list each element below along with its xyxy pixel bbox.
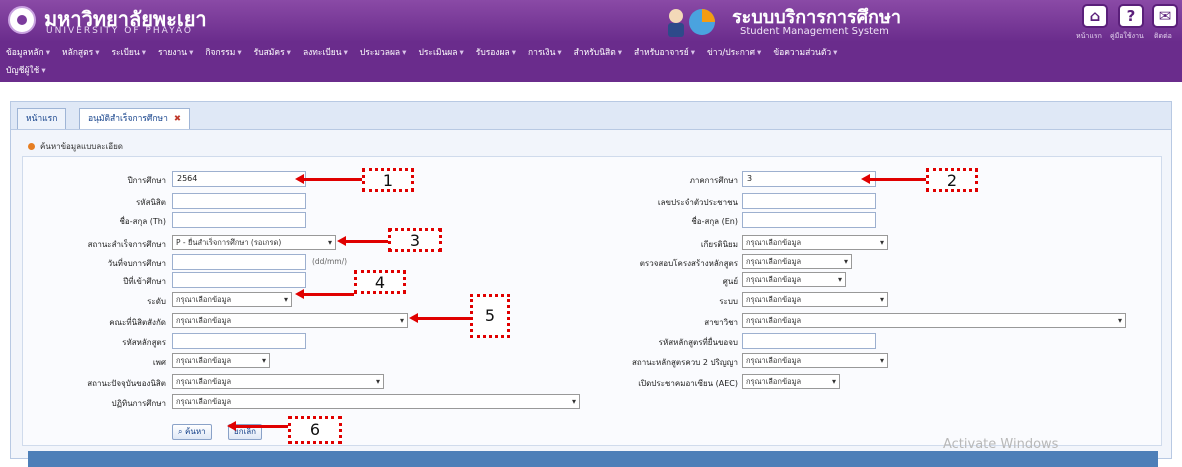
- curriculum-check-label: ตรวจสอบโครงสร้างหลักสูตร: [639, 259, 738, 268]
- section-title: ค้นหาข้อมูลแบบละเอียด: [40, 142, 123, 151]
- name-th-label: ชื่อ-สกุล (Th): [119, 217, 167, 226]
- results-panel-header: [28, 451, 1158, 467]
- date-format-hint: (dd/mm/): [312, 257, 348, 266]
- semester-label: ภาคการศึกษา: [689, 176, 738, 185]
- year-input[interactable]: 2564: [172, 171, 306, 187]
- annotation-arrow-6: [227, 421, 288, 431]
- grad-status-select[interactable]: P - ยื่นสำเร็จการศึกษา (รอเกรด) ▾: [172, 235, 336, 250]
- gender-select[interactable]: กรุณาเลือกข้อมูล ▾: [172, 353, 270, 368]
- gender-label: เพศ: [152, 358, 166, 367]
- student-id-label: รหัสนิสิต: [136, 198, 166, 207]
- national-id-label: เลขประจำตัวประชาชน: [657, 198, 738, 207]
- main-menu: ข้อมูลหลัก ▾ หลักสูตร ▾ ระเบียน ▾ รายงาน ▾ ก…: [0, 42, 1182, 82]
- app-header: มหาวิทยาลัยพะเยา UNIVERSITY OF PHAYAO ระ…: [0, 0, 1182, 42]
- annotation-arrow-2: [861, 174, 926, 184]
- menu-item-master-data[interactable]: ข้อมูลหลัก ▾: [0, 44, 56, 62]
- annotation-arrow-4: [295, 289, 354, 299]
- grad-date-input[interactable]: [172, 254, 306, 270]
- annotation-arrow-1: [295, 174, 362, 184]
- semester-input[interactable]: 3: [742, 171, 876, 187]
- year-label: ปีการศึกษา: [127, 176, 166, 185]
- faculty-label: คณะที่นิสิตสังกัด: [109, 318, 166, 327]
- aec-select[interactable]: กรุณาเลือกข้อมูล ▾: [742, 374, 840, 389]
- activate-windows-overlay: Activate Windows: [943, 437, 1059, 452]
- annotation-badge-2: 2: [926, 168, 978, 192]
- honor-label: เกียรตินิยม: [700, 240, 738, 249]
- center-select[interactable]: กรุณาเลือกข้อมูล ▾: [742, 272, 846, 287]
- menu-item-reports[interactable]: รายงาน ▾: [152, 44, 199, 62]
- section-bullet-icon: [28, 143, 35, 150]
- help-label: คู่มือใช้งาน: [1110, 32, 1144, 40]
- menu-item-finance[interactable]: การเงิน ▾: [522, 44, 568, 62]
- menu-row-1: ข้อมูลหลัก ▾ หลักสูตร ▾ ระเบียน ▾ รายงาน ▾ ก…: [0, 44, 843, 62]
- tab-home[interactable]: หน้าแรก: [17, 108, 67, 130]
- curriculum-check-select[interactable]: กรุณาเลือกข้อมูล ▾: [742, 254, 852, 269]
- home-label: หน้าแรก: [1076, 32, 1102, 40]
- university-name-en: UNIVERSITY OF PHAYAO: [46, 26, 193, 36]
- major-label: สาขาวิชา: [704, 318, 738, 327]
- honor-select[interactable]: กรุณาเลือกข้อมูล ▾: [742, 235, 888, 250]
- current-status-label: สถานะปัจจุบันของนิสิต: [87, 379, 166, 388]
- submit-curriculum-label: รหัสหลักสูตรที่ยื่นขอจบ: [658, 338, 738, 347]
- entry-year-label: ปีที่เข้าศึกษา: [123, 277, 166, 286]
- system-select[interactable]: กรุณาเลือกข้อมูล ▾: [742, 292, 888, 307]
- submit-curriculum-input[interactable]: [742, 333, 876, 349]
- level-select[interactable]: กรุณาเลือกข้อมูล ▾: [172, 292, 292, 307]
- annotation-arrow-5: [409, 313, 470, 323]
- calendar-select[interactable]: กรุณาเลือกข้อมูล ▾: [172, 394, 580, 409]
- menu-item-records[interactable]: ระเบียน ▾: [105, 44, 152, 62]
- university-logo: [8, 6, 36, 34]
- current-status-select[interactable]: กรุณาเลือกข้อมูล ▾: [172, 374, 384, 389]
- menu-item-for-students[interactable]: สำหรับนิสิต ▾: [568, 44, 628, 62]
- major-select[interactable]: กรุณาเลือกข้อมูล ▾: [742, 313, 1126, 328]
- name-en-input[interactable]: [742, 212, 876, 228]
- center-label: ศูนย์: [722, 277, 738, 286]
- level-label: ระดับ: [147, 297, 166, 306]
- grad-status-label: สถานะสำเร็จการศึกษา: [87, 240, 166, 249]
- menu-item-messages[interactable]: ข้อความส่วนตัว ▾: [767, 44, 843, 62]
- help-icon[interactable]: ?: [1118, 4, 1144, 28]
- dual-degree-label: สถานะหลักสูตรควบ 2 ปริญญา: [632, 358, 738, 367]
- annotation-badge-5: 5: [470, 294, 510, 338]
- name-en-label: ชื่อ-สกุล (En): [691, 217, 738, 226]
- close-icon[interactable]: ✖: [174, 114, 181, 124]
- dual-degree-select[interactable]: กรุณาเลือกข้อมูล ▾: [742, 353, 888, 368]
- faculty-select[interactable]: กรุณาเลือกข้อมูล ▾: [172, 313, 408, 328]
- annotation-badge-4: 4: [354, 270, 406, 294]
- name-th-input[interactable]: [172, 212, 306, 228]
- mail-icon[interactable]: ✉: [1152, 4, 1178, 28]
- menu-item-admission[interactable]: รับสมัคร ▾: [248, 44, 297, 62]
- student-id-input[interactable]: [172, 193, 306, 209]
- annotation-badge-1: 1: [362, 168, 414, 192]
- system-logo-graphic: [668, 9, 715, 37]
- search-icon: ⌕: [178, 427, 186, 436]
- contact-label: ติดต่อ: [1154, 32, 1172, 40]
- menu-item-account[interactable]: บัญชีผู้ใช้ ▾: [0, 62, 52, 80]
- menu-item-curriculum[interactable]: หลักสูตร ▾: [56, 44, 106, 62]
- menu-item-activities[interactable]: กิจกรรม ▾: [199, 44, 247, 62]
- system-name-en: Student Management System: [740, 26, 889, 37]
- menu-item-processing[interactable]: ประมวลผล ▾: [354, 44, 413, 62]
- menu-item-news[interactable]: ข่าว/ประกาศ ▾: [701, 44, 767, 62]
- national-id-input[interactable]: [742, 193, 876, 209]
- menu-item-for-teachers[interactable]: สำหรับอาจารย์ ▾: [628, 44, 701, 62]
- tab-graduation-approval[interactable]: อนุมัติสำเร็จการศึกษา ✖: [79, 108, 190, 130]
- grad-date-label: วันที่จบการศึกษา: [107, 259, 166, 268]
- tab-bar: หน้าแรก อนุมัติสำเร็จการศึกษา ✖: [10, 101, 1172, 130]
- menu-item-evaluation[interactable]: ประเมินผล ▾: [412, 44, 469, 62]
- search-button[interactable]: ⌕ ค้นหา: [172, 424, 212, 440]
- entry-year-input[interactable]: [172, 272, 306, 288]
- menu-item-registration[interactable]: ลงทะเบียน ▾: [297, 44, 354, 62]
- calendar-label: ปฏิทินการศึกษา: [111, 399, 166, 408]
- menu-item-certification[interactable]: รับรองผล ▾: [470, 44, 522, 62]
- curriculum-code-input[interactable]: [172, 333, 306, 349]
- aec-label: เปิดประชาคมอาเซียน (AEC): [638, 379, 738, 388]
- system-label: ระบบ: [719, 297, 738, 306]
- annotation-arrow-3: [337, 236, 388, 246]
- curriculum-code-label: รหัสหลักสูตร: [122, 338, 166, 347]
- menu-row-2: บัญชีผู้ใช้ ▾: [0, 62, 52, 80]
- annotation-badge-6: 6: [288, 416, 342, 444]
- home-icon[interactable]: ⌂: [1082, 4, 1108, 28]
- annotation-badge-3: 3: [388, 228, 442, 252]
